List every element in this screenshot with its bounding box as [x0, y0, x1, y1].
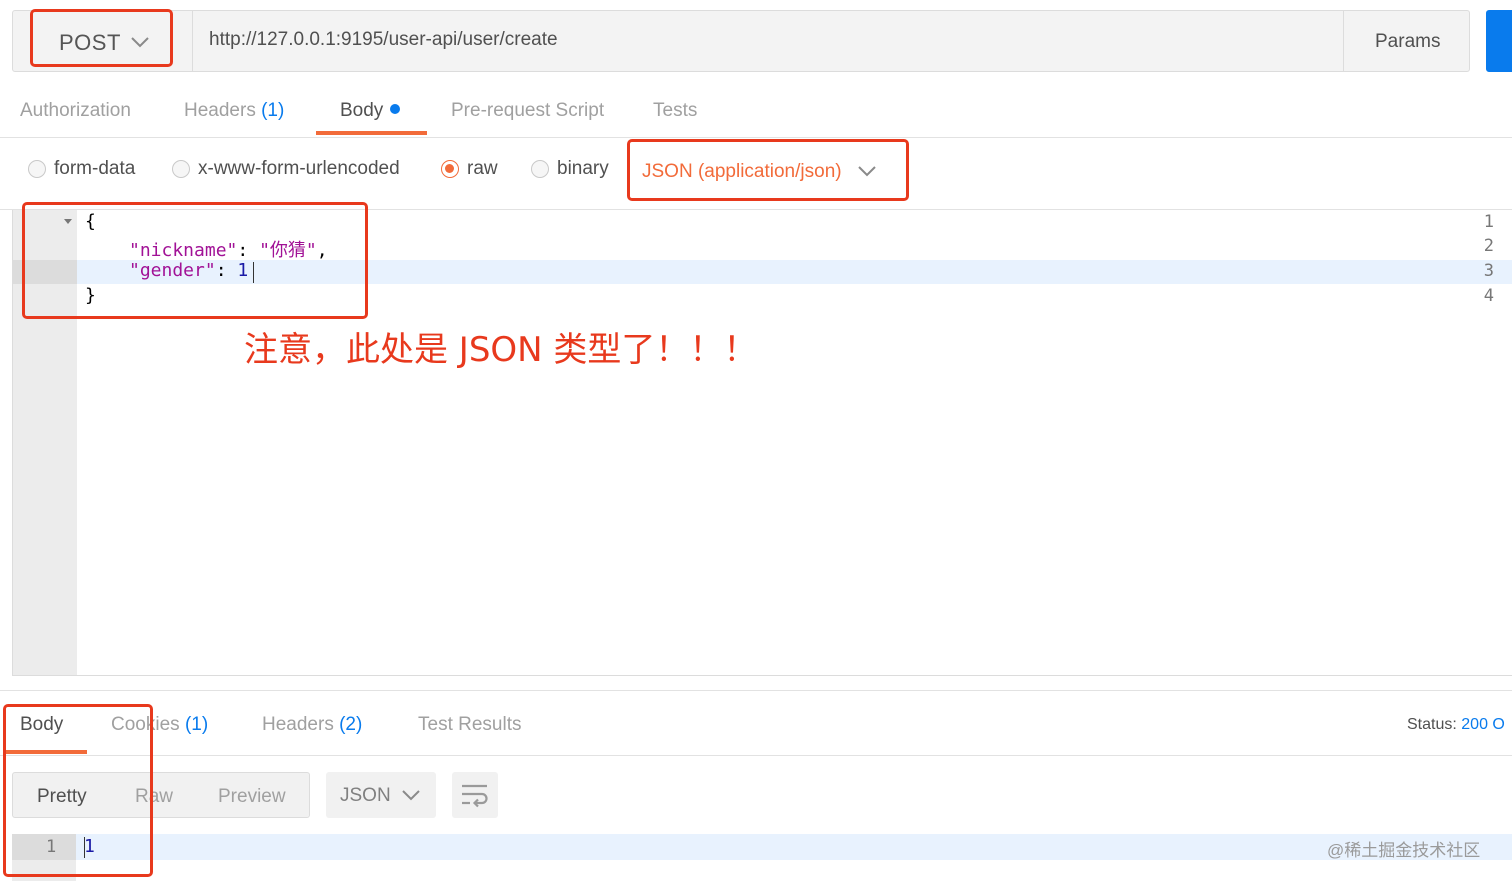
wrap-lines-icon	[462, 784, 488, 808]
radio-label-urlencoded[interactable]: x-www-form-urlencoded	[198, 158, 400, 180]
status-label: Status:	[1407, 716, 1457, 733]
tab-count: (2)	[339, 714, 363, 735]
annotation-note: 注意，此处是 JSON 类型了！！！	[244, 330, 758, 370]
response-body-viewer[interactable]: 1 1	[12, 834, 1512, 881]
tab-count: (1)	[261, 100, 285, 121]
response-divider	[0, 690, 1512, 691]
status-code: 200 O	[1461, 716, 1505, 733]
chevron-down-icon	[402, 790, 420, 801]
line-number: 2	[1483, 236, 1494, 256]
response-status: Status: 200 O	[1407, 716, 1505, 734]
request-bar: POST http://127.0.0.1:9195/user-api/user…	[12, 10, 1470, 72]
tab-label: Headers	[184, 100, 256, 121]
wrap-lines-button[interactable]	[452, 772, 498, 818]
format-label: JSON	[340, 785, 391, 806]
highlight-box-body	[22, 202, 368, 319]
params-label: Params	[1375, 31, 1441, 52]
send-button[interactable]	[1486, 10, 1512, 72]
params-button[interactable]: Params	[1343, 11, 1471, 71]
tab-pre-request-script[interactable]: Pre-request Script	[451, 100, 604, 122]
radio-form-data[interactable]	[28, 160, 46, 178]
radio-label-binary[interactable]: binary	[557, 158, 609, 180]
radio-label-form-data[interactable]: form-data	[54, 158, 135, 180]
radio-raw[interactable]	[441, 160, 459, 178]
tab-authorization[interactable]: Authorization	[20, 100, 131, 122]
tab-tests[interactable]: Tests	[653, 100, 697, 122]
radio-urlencoded[interactable]	[172, 160, 190, 178]
radio-binary[interactable]	[531, 160, 549, 178]
tab-count: (1)	[184, 714, 209, 735]
view-preview-button[interactable]: Preview	[218, 786, 286, 808]
modified-dot-icon	[390, 104, 401, 114]
request-tabs: Authorization Headers (1) Body Pre-reque…	[0, 86, 1512, 138]
line-number: 1	[1483, 212, 1494, 232]
highlight-box-response	[3, 704, 153, 877]
highlight-box-content-type	[627, 139, 909, 201]
response-tabs: Body Cookies (1) Headers (2) Test Result…	[0, 700, 1512, 756]
tab-label: Body	[340, 100, 384, 121]
tab-label: Headers	[262, 714, 334, 735]
tab-headers[interactable]: Headers (1)	[184, 100, 284, 122]
response-format-select[interactable]: JSON	[326, 772, 436, 818]
tab-label: Pre-request Script	[451, 100, 605, 121]
resp-tab-test-results[interactable]: Test Results	[418, 714, 521, 736]
watermark: @稀土掘金技术社区	[1327, 841, 1481, 860]
line-number: 4	[1483, 286, 1494, 306]
radio-label-raw[interactable]: raw	[467, 158, 498, 180]
highlight-box-method	[30, 9, 173, 67]
active-tab-indicator	[316, 131, 427, 135]
tab-label: Tests	[653, 100, 698, 121]
resp-tab-headers[interactable]: Headers (2)	[262, 714, 362, 736]
tab-label: Authorization	[20, 100, 131, 121]
line-number: 3	[1483, 261, 1494, 281]
tab-label: Test Results	[418, 714, 522, 735]
url-input[interactable]: http://127.0.0.1:9195/user-api/user/crea…	[209, 29, 558, 51]
tab-body[interactable]: Body	[340, 100, 401, 122]
active-line-highlight	[12, 834, 1512, 860]
